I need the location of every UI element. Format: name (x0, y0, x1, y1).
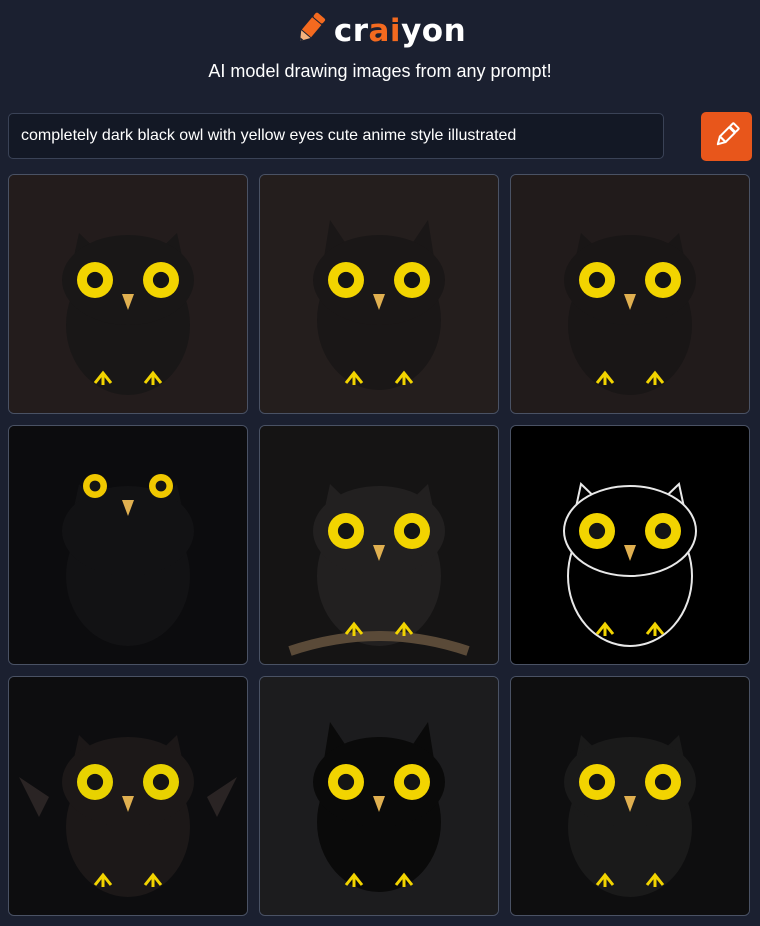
result-image-5[interactable] (259, 425, 499, 665)
result-image-9[interactable] (510, 676, 750, 916)
logo-text: craiyon (333, 12, 467, 49)
pencil-icon (713, 121, 741, 152)
pencil-logo-icon (294, 10, 328, 51)
results-grid (8, 174, 752, 918)
result-image-3[interactable] (510, 174, 750, 414)
result-image-8[interactable] (259, 676, 499, 916)
result-image-1[interactable] (8, 174, 248, 414)
draw-button[interactable] (701, 112, 752, 161)
logo[interactable]: craiyon (0, 10, 760, 51)
result-image-4[interactable] (8, 425, 248, 665)
tagline: AI model drawing images from any prompt! (208, 61, 552, 81)
result-image-2[interactable] (259, 174, 499, 414)
result-image-7[interactable] (8, 676, 248, 916)
result-image-6[interactable] (510, 425, 750, 665)
prompt-input[interactable] (8, 113, 664, 159)
